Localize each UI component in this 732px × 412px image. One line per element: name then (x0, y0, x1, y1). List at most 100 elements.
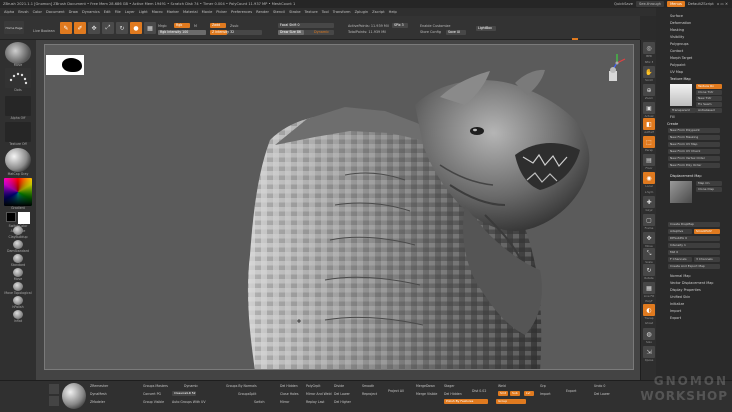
new-from-poly-order-button[interactable]: New From Poly Order (668, 163, 720, 168)
menu-stroke[interactable]: Stroke (289, 10, 300, 14)
rgb-toggle[interactable]: Rgb (174, 23, 190, 28)
persp-button[interactable]: ⬚ (643, 136, 655, 148)
scale-button[interactable]: ⤢ (102, 22, 114, 34)
menu-movie[interactable]: Movie (202, 10, 213, 14)
menu-render[interactable]: Render (256, 10, 269, 14)
new-from-vertex-order-button[interactable]: New From Vertex Order (668, 156, 720, 161)
subpalette-normal-map[interactable]: Normal Map (670, 274, 691, 278)
polyf-label[interactable]: PolyF (641, 299, 657, 303)
standard-brush-icon[interactable] (13, 254, 23, 263)
stroke-thumbnail[interactable] (5, 68, 31, 88)
brush-hpolish[interactable]: hPolish (0, 305, 36, 309)
reproject-button[interactable]: Reproject (362, 392, 377, 396)
quicksave-button[interactable]: QuickSave (614, 0, 633, 8)
lsym-label[interactable]: L.Sym (641, 190, 657, 194)
scroll-button[interactable]: ✋ (643, 66, 655, 78)
weld-button[interactable]: Weld (498, 384, 506, 388)
enable-customize-button[interactable]: Enable Customize (420, 24, 450, 28)
actual-button[interactable]: ▣ (643, 102, 655, 114)
menu-transform[interactable]: Transform (333, 10, 351, 14)
group-visible-button[interactable]: Group Visible (143, 400, 164, 404)
merge-visible-button[interactable]: Merge Visible (416, 392, 437, 396)
window-controls[interactable]: ▫ ▭ ✕ (717, 0, 728, 8)
smooth-button[interactable]: Smooth (362, 384, 374, 388)
del-hidden-2-button[interactable]: Del Hidden (444, 392, 462, 396)
move-topological-brush-icon[interactable] (13, 282, 23, 291)
move-view-button[interactable]: ✥ (643, 232, 655, 244)
shelf-export-button[interactable]: Export (566, 389, 576, 393)
clone-txtr-button[interactable]: Clone Txtr (696, 90, 722, 95)
menus-button[interactable]: Menus (667, 1, 685, 7)
material-thumbnail[interactable] (5, 148, 31, 172)
adaptive-toggle[interactable]: Adaptive (668, 229, 692, 234)
shelf-small-button-2[interactable] (49, 396, 59, 406)
subpalette-display-properties[interactable]: Display Properties (670, 288, 701, 292)
displacement-map-thumbnail[interactable] (670, 181, 692, 203)
merge-down-button[interactable]: MergeDown (416, 384, 435, 388)
secondary-color-swatch[interactable] (6, 212, 16, 222)
polish-by-features-button[interactable]: Polish By Features (444, 399, 488, 404)
damstandard-brush-icon[interactable] (13, 240, 23, 249)
bpr-button[interactable]: ◎ (643, 42, 655, 54)
intensity-slider[interactable]: Intensity 1 (668, 243, 720, 248)
texture-thumbnail[interactable] (5, 122, 31, 142)
menu-marker[interactable]: Marker (167, 10, 179, 14)
channels-select[interactable]: 3 Channels (694, 257, 720, 262)
lvl-toggle[interactable]: Lvl (524, 391, 534, 396)
create-and-export-map-button[interactable]: Create And Export Map (668, 264, 720, 269)
menu-alpha[interactable]: Alpha (4, 10, 14, 14)
live-boolean-toggle[interactable]: Live Boolean (33, 29, 55, 33)
shelf-import-button[interactable]: Import (540, 392, 551, 396)
ghost-label[interactable]: Ghost (641, 321, 657, 325)
m-toggle[interactable]: M (194, 24, 197, 28)
menu-material[interactable]: Material (183, 10, 198, 14)
subpalette-import[interactable]: Import (670, 309, 681, 313)
subpalette-texture-map[interactable]: Texture Map (670, 77, 691, 81)
f-channels-toggle[interactable]: F Channels (668, 257, 692, 262)
subpalette-uv-map[interactable]: UV Map (670, 70, 683, 74)
menu-document[interactable]: Document (46, 10, 65, 14)
zadd-toggle[interactable]: Zadd (210, 23, 226, 28)
polygrpit-button[interactable]: PolyGrpIt (306, 384, 321, 388)
classical-lr-slider[interactable]: ClassicalLR 52 (172, 391, 196, 396)
default-zscript-button[interactable]: DefaultZScript (688, 0, 714, 8)
transp-button[interactable]: ◐ (643, 304, 655, 316)
hpolish-brush-icon[interactable] (13, 296, 23, 305)
new-txtr-button[interactable]: New Txtr (696, 96, 722, 101)
zsub-toggle[interactable]: Zsub (230, 24, 238, 28)
groups-split-button[interactable]: GroupsSplit (238, 392, 256, 396)
menu-preferences[interactable]: Preferences (231, 10, 252, 14)
store-config-button[interactable]: Store Config (420, 30, 441, 34)
draw-button[interactable]: ✐ (74, 22, 86, 34)
brush-standard[interactable]: Standard (0, 263, 36, 267)
del-lower-2-button[interactable]: Del Lower (594, 392, 610, 396)
smooth-uv-toggle[interactable]: SmoothUV (694, 229, 720, 234)
subpalette-masking[interactable]: Masking (670, 28, 684, 32)
create-section[interactable]: Create (667, 122, 678, 126)
new-from-uv-map-button[interactable]: New From UV Map (668, 142, 720, 147)
alpha-thumbnail[interactable] (5, 96, 31, 116)
fix-seam-button[interactable]: Fix Seam (696, 102, 722, 107)
subpalette-polygroups[interactable]: Polygroups (670, 42, 689, 46)
menu-color[interactable]: Color (33, 10, 42, 14)
groups-by-normals-button[interactable]: Groups By Normals (226, 384, 257, 388)
sphere-tool-button[interactable]: ● (130, 22, 142, 34)
focal-shift-slider[interactable]: Focal Shift 0 (278, 23, 334, 28)
scale-view-button[interactable]: ⤡ (643, 248, 655, 260)
mirror-and-weld-button[interactable]: Mirror And Weld (306, 392, 331, 396)
mrgb-toggle[interactable]: Mrgb (158, 24, 167, 28)
fill-button[interactable]: Fill (670, 115, 675, 119)
brush-move-topological[interactable]: Move Topological (0, 291, 36, 295)
rgb-intensity-slider[interactable]: Rgb Intensity 100 (158, 30, 206, 35)
project-all-button[interactable]: Project All (388, 389, 404, 393)
menu-zscript[interactable]: Zscript (372, 10, 384, 14)
aahalf-button[interactable]: ◧ (643, 118, 655, 130)
solo-button[interactable]: ◍ (643, 328, 655, 340)
brush-move[interactable]: Move (0, 277, 36, 281)
zmodeler-button[interactable]: ZModeler (90, 400, 105, 404)
texture-map-thumbnail[interactable] (670, 84, 692, 106)
group-toggle[interactable]: Group (496, 399, 526, 404)
menu-tool[interactable]: Tool (322, 10, 329, 14)
subpalette-morph-target[interactable]: Morph Target (670, 56, 692, 60)
groups-masters-button[interactable]: Groups Masters (143, 384, 168, 388)
